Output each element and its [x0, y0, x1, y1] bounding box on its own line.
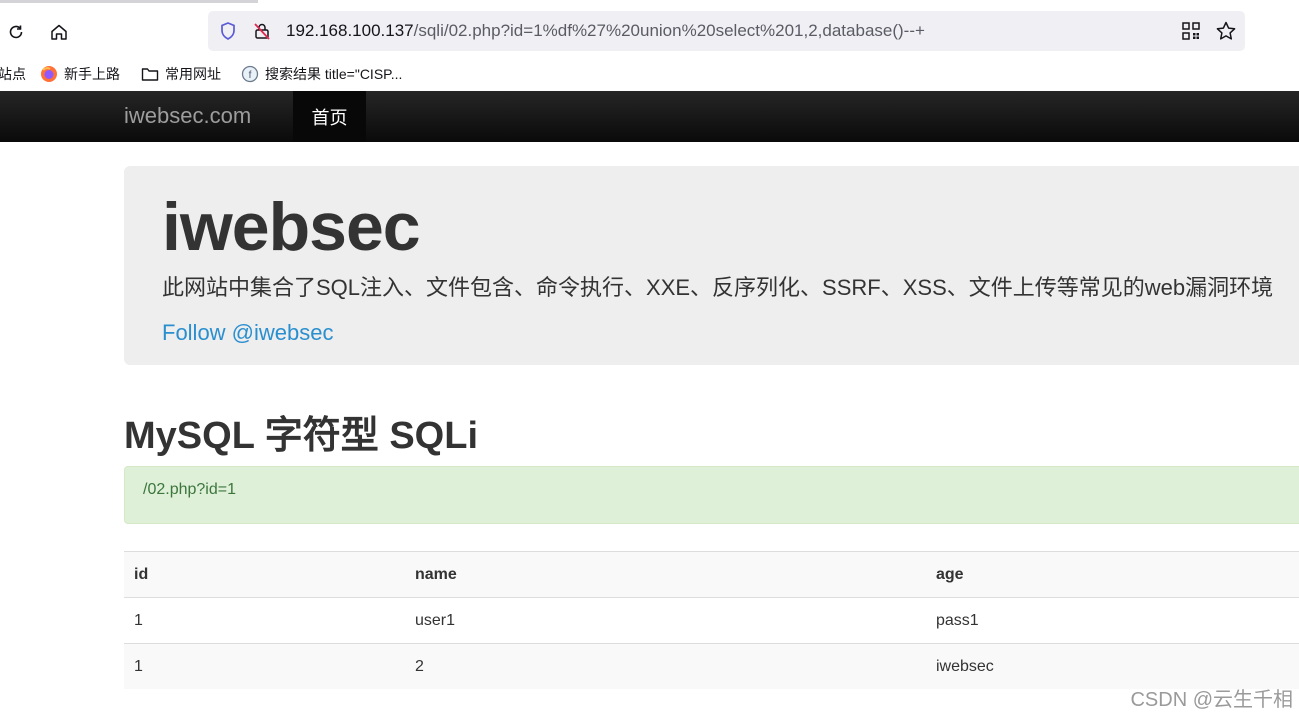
qr-code-icon[interactable]	[1181, 21, 1201, 46]
bookmark-star-icon[interactable]	[1215, 20, 1237, 47]
address-bar[interactable]: 192.168.100.137/sqli/02.php?id=1%df%27%2…	[208, 11, 1245, 51]
insecure-lock-icon[interactable]	[252, 21, 272, 46]
folder-icon	[141, 65, 159, 83]
query-alert-text: /02.php?id=1	[143, 481, 236, 498]
nav-item-home[interactable]: 首页	[293, 91, 366, 142]
svg-text:f: f	[249, 70, 252, 81]
home-icon	[51, 24, 67, 40]
active-tab-shadow	[0, 0, 258, 3]
bookmark-search-results[interactable]: f 搜索结果 title="CISP...	[241, 64, 402, 84]
bookmark-getting-started[interactable]: 新手上路	[40, 64, 120, 84]
firefox-icon	[40, 65, 58, 83]
query-alert: /02.php?id=1	[124, 466, 1299, 524]
bookmark-label: 站点	[0, 66, 26, 82]
browser-toolbar: 192.168.100.137/sqli/02.php?id=1%df%27%2…	[0, 4, 1299, 58]
url-path: /sqli/02.php?id=1%df%27%20union%20select…	[413, 21, 925, 40]
site-description: 此网站中集合了SQL注入、文件包含、命令执行、XXE、反序列化、SSRF、XSS…	[162, 275, 1274, 300]
site-navbar: iwebsec.com 首页	[0, 91, 1299, 142]
bookmark-label: 搜索结果 title="CISP...	[265, 66, 403, 82]
bookmark-sites[interactable]: 站点	[0, 64, 26, 84]
bookmark-common-sites[interactable]: 常用网址	[141, 64, 221, 84]
home-button[interactable]	[45, 18, 73, 46]
cell-age: pass1	[926, 597, 1299, 644]
bookmarks-bar: 站点 新手上路 常用网址 f 搜索结果 title="CISP...	[0, 58, 1299, 90]
watermark: CSDN @云生千相	[1130, 689, 1293, 711]
site-title: iwebsec	[162, 189, 421, 265]
table-row: 1 2 iwebsec	[124, 643, 1299, 689]
results-table: id name age 1 user1 pass1 1 2 iwebsec	[124, 551, 1299, 689]
cell-name: 2	[405, 643, 926, 689]
navbar-brand[interactable]: iwebsec.com	[124, 103, 251, 129]
url-host: 192.168.100.137	[286, 21, 414, 40]
jumbotron: iwebsec 此网站中集合了SQL注入、文件包含、命令执行、XXE、反序列化、…	[124, 166, 1299, 365]
column-header-id: id	[124, 551, 405, 598]
cell-id: 1	[124, 597, 405, 644]
shield-icon[interactable]	[218, 21, 238, 46]
url-text[interactable]: 192.168.100.137/sqli/02.php?id=1%df%27%2…	[286, 21, 925, 41]
reload-icon	[9, 25, 23, 39]
reload-button[interactable]	[2, 18, 30, 46]
column-header-age: age	[926, 551, 1299, 598]
table-header-row: id name age	[124, 551, 1299, 598]
table-row: 1 user1 pass1	[124, 597, 1299, 644]
cell-name: user1	[405, 597, 926, 644]
bookmark-label: 常用网址	[165, 66, 221, 82]
globe-icon: f	[241, 65, 259, 83]
bookmark-label: 新手上路	[64, 66, 120, 82]
column-header-name: name	[405, 551, 926, 598]
cell-id: 1	[124, 643, 405, 689]
page-title: MySQL 字符型 SQLi	[124, 415, 479, 457]
follow-link[interactable]: Follow @iwebsec	[162, 320, 334, 346]
